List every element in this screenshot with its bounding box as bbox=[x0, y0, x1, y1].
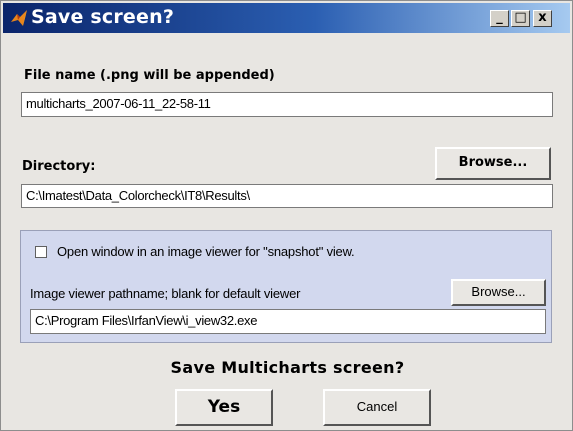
open-viewer-checkbox[interactable] bbox=[35, 246, 47, 258]
directory-browse-button[interactable]: Browse... bbox=[435, 147, 551, 180]
directory-input[interactable]: C:\Imatest\Data_Colorcheck\IT8\Results\ bbox=[21, 184, 553, 208]
viewer-pathname-input[interactable]: C:\Program Files\IrfanView\i_view32.exe bbox=[30, 309, 546, 334]
save-screen-dialog: Save screen? _ □ x File name (.png will … bbox=[0, 0, 573, 431]
file-name-label: File name (.png will be appended) bbox=[24, 68, 275, 83]
matlab-logo-icon bbox=[11, 10, 27, 26]
minimize-button[interactable]: _ bbox=[490, 10, 509, 27]
open-viewer-label: Open window in an image viewer for "snap… bbox=[57, 244, 355, 259]
cancel-button[interactable]: Cancel bbox=[323, 389, 431, 426]
close-button[interactable]: x bbox=[533, 10, 552, 27]
file-name-input[interactable]: multicharts_2007-06-11_22-58-11 bbox=[21, 92, 553, 117]
window-title: Save screen? bbox=[31, 6, 175, 28]
viewer-browse-button[interactable]: Browse... bbox=[451, 279, 546, 306]
directory-label: Directory: bbox=[22, 159, 96, 174]
viewer-pathname-label: Image viewer pathname; blank for default… bbox=[30, 286, 301, 301]
yes-button[interactable]: Yes bbox=[175, 389, 273, 426]
save-question: Save Multicharts screen? bbox=[170, 358, 405, 377]
title-bar[interactable]: Save screen? _ □ x bbox=[3, 3, 570, 33]
image-viewer-panel: Open window in an image viewer for "snap… bbox=[20, 230, 552, 343]
maximize-button[interactable]: □ bbox=[511, 10, 530, 27]
